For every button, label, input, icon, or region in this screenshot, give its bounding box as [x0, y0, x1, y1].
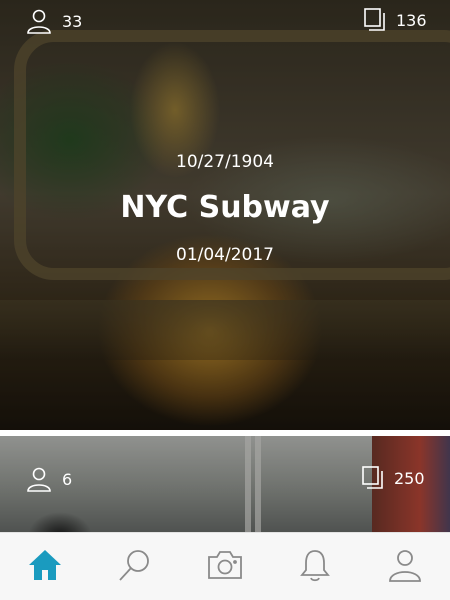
- tab-home[interactable]: [15, 537, 75, 597]
- tab-search[interactable]: [105, 537, 165, 597]
- bell-icon: [297, 547, 333, 587]
- end-date: 01/04/2017: [176, 245, 274, 265]
- profile-icon: [387, 547, 423, 587]
- card-title[interactable]: NYC Subway: [0, 190, 450, 225]
- feed-card[interactable]: 6 250: [0, 436, 450, 532]
- home-icon: [27, 547, 63, 587]
- followers-count: 33: [62, 11, 83, 31]
- photos-stat[interactable]: 136: [364, 8, 427, 32]
- photos-count: 136: [396, 10, 427, 30]
- search-icon: [117, 547, 153, 587]
- followers-stat[interactable]: 33: [26, 8, 82, 34]
- photos-icon: [362, 466, 384, 490]
- photos-stat[interactable]: 250: [362, 466, 425, 490]
- start-date: 10/27/1904: [176, 152, 274, 172]
- person-icon: [26, 466, 52, 492]
- camera-icon: [206, 547, 244, 587]
- photos-count: 250: [394, 468, 425, 488]
- bottom-tab-bar: [0, 532, 450, 600]
- photos-icon: [364, 8, 386, 32]
- tab-notifications[interactable]: [285, 537, 345, 597]
- tab-camera[interactable]: [195, 537, 255, 597]
- followers-count: 6: [62, 469, 73, 489]
- tab-profile[interactable]: [375, 537, 435, 597]
- followers-stat[interactable]: 6: [26, 466, 72, 492]
- person-icon: [26, 8, 52, 34]
- feed-card[interactable]: 33 136 10/27/1904 NYC Subway 01/04/2017: [0, 0, 450, 430]
